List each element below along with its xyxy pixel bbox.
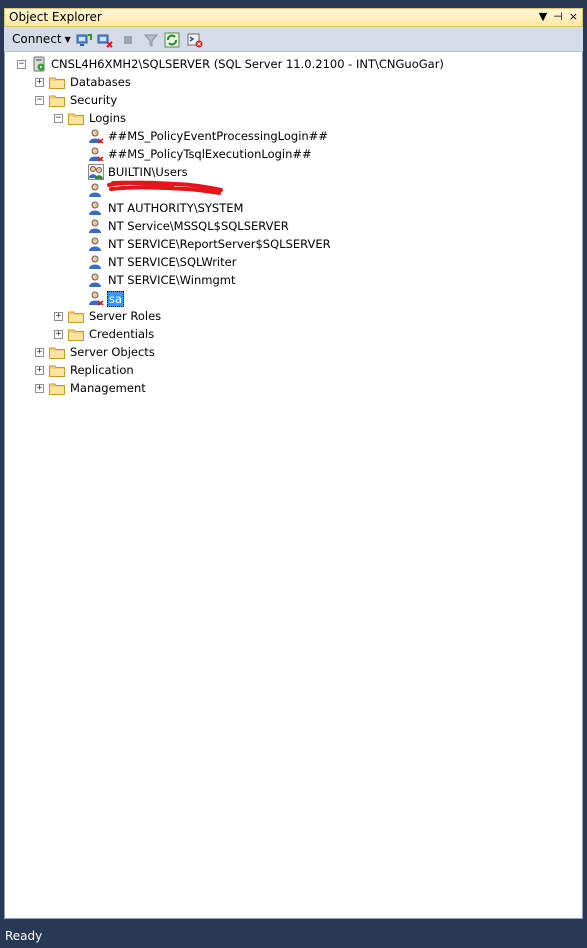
tree-node-login[interactable]: NT AUTHORITY\SYSTEM <box>5 199 405 217</box>
disabled-login-icon <box>89 129 104 144</box>
connect-dropdown-button[interactable]: Connect ▼ <box>12 32 71 46</box>
filter-icon[interactable] <box>143 32 159 48</box>
folder-icon <box>68 329 84 341</box>
close-icon[interactable]: × <box>569 10 578 23</box>
management-label: Management <box>70 381 146 395</box>
object-explorer-tree: − CNSL4H6XMH2\SQLSERVER (SQL Server 11.0… <box>4 52 583 919</box>
disabled-login-icon <box>89 147 104 162</box>
redaction-scribble <box>107 180 223 195</box>
refresh-icon[interactable] <box>164 32 180 48</box>
collapse-icon[interactable]: − <box>35 96 44 105</box>
server-roles-label: Server Roles <box>89 309 162 323</box>
tree-node-credentials[interactable]: + Credentials <box>5 325 205 343</box>
tree-node-login-selected[interactable]: sa <box>5 289 405 307</box>
login-label: NT AUTHORITY\SYSTEM <box>108 201 244 215</box>
replication-label: Replication <box>70 363 134 377</box>
folder-icon <box>49 95 65 107</box>
status-text: Ready <box>5 929 43 943</box>
tree-node-server[interactable]: − CNSL4H6XMH2\SQLSERVER (SQL Server 11.0… <box>5 55 575 73</box>
tree-node-management[interactable]: + Management <box>5 379 205 397</box>
login-icon <box>89 255 101 269</box>
login-icon <box>89 183 101 197</box>
login-label: ##MS_PolicyEventProcessingLogin## <box>108 129 328 143</box>
collapse-icon[interactable]: − <box>54 114 63 123</box>
tree-node-login[interactable]: ##MS_PolicyEventProcessingLogin## <box>5 127 405 145</box>
disconnect-icon[interactable] <box>97 32 113 48</box>
start-powershell-icon[interactable] <box>187 32 203 48</box>
server-objects-label: Server Objects <box>70 345 155 359</box>
chevron-down-icon: ▼ <box>64 35 71 44</box>
object-explorer-toolbar: Connect ▼ <box>4 27 583 52</box>
login-icon <box>89 201 101 215</box>
expand-icon[interactable]: + <box>54 330 63 339</box>
expand-icon[interactable]: + <box>35 384 44 393</box>
folder-icon <box>49 365 65 377</box>
login-icon <box>89 237 101 251</box>
connect-label: Connect <box>12 32 62 46</box>
databases-label: Databases <box>70 75 131 89</box>
folder-icon <box>68 311 84 323</box>
expand-icon[interactable]: + <box>35 366 44 375</box>
login-icon <box>89 273 101 287</box>
tree-node-login[interactable]: NT SERVICE\ReportServer$SQLSERVER <box>5 235 405 253</box>
login-label: NT Service\MSSQL$SQLSERVER <box>108 219 289 233</box>
folder-icon <box>49 77 65 89</box>
security-label: Security <box>70 93 118 107</box>
tree-node-logins[interactable]: − Logins <box>5 109 205 127</box>
expand-icon[interactable]: + <box>35 348 44 357</box>
object-explorer-titlebar: Object Explorer ▼ ⊣ × <box>4 8 583 27</box>
expand-icon[interactable]: + <box>54 312 63 321</box>
login-label: NT SERVICE\SQLWriter <box>108 255 237 269</box>
server-icon <box>33 56 45 72</box>
folder-icon <box>49 347 65 359</box>
expand-icon[interactable]: + <box>35 78 44 87</box>
panel-controls: ▼ ⊣ × <box>539 10 578 23</box>
login-label: NT SERVICE\Winmgmt <box>108 273 236 287</box>
tree-node-security[interactable]: − Security <box>5 91 205 109</box>
credentials-label: Credentials <box>89 327 155 341</box>
tree-node-login[interactable]: NT SERVICE\Winmgmt <box>5 271 405 289</box>
connect-object-explorer-icon[interactable] <box>76 32 92 48</box>
login-icon <box>89 219 101 233</box>
tree-node-login[interactable]: ##MS_PolicyTsqlExecutionLogin## <box>5 145 405 163</box>
login-label: sa <box>107 291 125 307</box>
server-label: CNSL4H6XMH2\SQLSERVER (SQL Server 11.0.2… <box>51 57 444 71</box>
window-position-dropdown-icon[interactable]: ▼ <box>539 10 547 23</box>
login-label: NT SERVICE\ReportServer$SQLSERVER <box>108 237 331 251</box>
group-login-icon <box>88 164 104 180</box>
status-bar: Ready <box>0 926 587 948</box>
tree-node-server-objects[interactable]: + Server Objects <box>5 343 205 361</box>
disabled-login-icon <box>89 291 104 306</box>
tree-node-login[interactable]: NT SERVICE\SQLWriter <box>5 253 405 271</box>
auto-hide-pin-icon[interactable]: ⊣ <box>553 10 563 23</box>
stop-icon[interactable] <box>120 32 136 48</box>
tree-node-login[interactable]: NT Service\MSSQL$SQLSERVER <box>5 217 405 235</box>
folder-icon <box>49 383 65 395</box>
tree-node-server-roles[interactable]: + Server Roles <box>5 307 205 325</box>
folder-icon <box>68 113 84 125</box>
logins-label: Logins <box>89 111 127 125</box>
login-label: ##MS_PolicyTsqlExecutionLogin## <box>108 147 312 161</box>
ssms-frame: Object Explorer ▼ ⊣ × Connect ▼ − CNSL4H… <box>0 0 587 948</box>
tree-node-replication[interactable]: + Replication <box>5 361 205 379</box>
collapse-icon[interactable]: − <box>17 60 26 69</box>
tree-node-databases[interactable]: + Databases <box>5 73 205 91</box>
panel-title: Object Explorer <box>9 10 102 24</box>
